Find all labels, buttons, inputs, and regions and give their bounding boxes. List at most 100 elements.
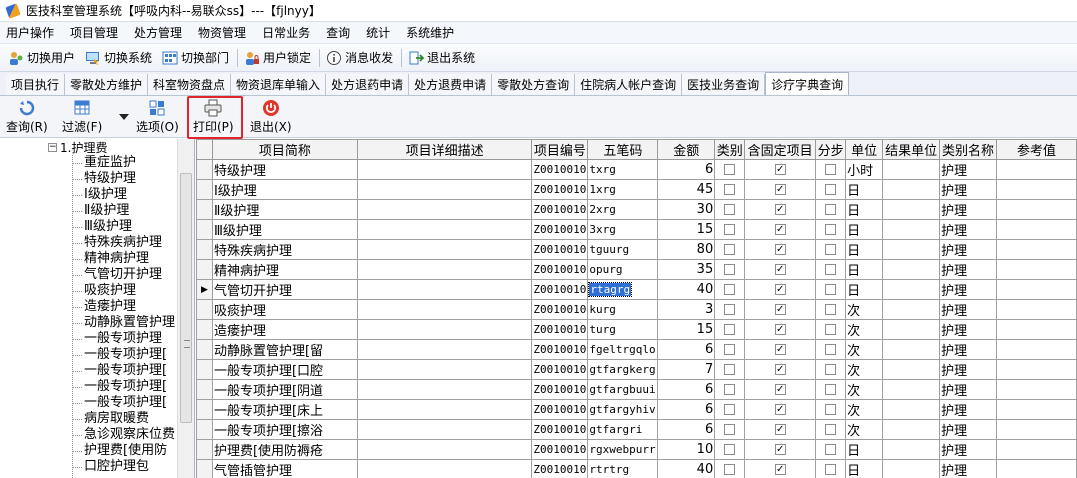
checkbox-checked[interactable]: ✓ — [774, 444, 786, 455]
cell-description[interactable] — [356, 159, 533, 180]
checkbox[interactable] — [724, 364, 736, 375]
cell-unit[interactable]: 次 — [845, 419, 884, 440]
table-row[interactable]: 动静脉置管护理[留 Z0010010 fgeltrgqlo 6 ✓ 次 护理 — [196, 339, 1077, 360]
cell-step-checkbox[interactable] — [815, 319, 847, 340]
cell-amount[interactable]: 3 — [657, 299, 716, 320]
cell-amount[interactable]: 15 — [657, 319, 716, 340]
tree-root-node[interactable]: − 1.护理费 — [48, 139, 107, 155]
cell-description[interactable] — [356, 439, 533, 460]
menu-supplies-mgmt[interactable]: 物资管理 — [198, 24, 246, 41]
table-row[interactable]: 一般专项护理[阴道 Z0010010 gtfargbuui 6 ✓ 次 护理 — [196, 379, 1077, 400]
tree-node[interactable]: Ⅲ级护理 — [72, 219, 132, 235]
cell-step-checkbox[interactable] — [815, 419, 847, 440]
cell-name[interactable]: 动静脉置管护理[留 — [211, 339, 358, 360]
cell-fixed-checkbox[interactable]: ✓ — [744, 219, 817, 240]
table-row[interactable]: 特殊疾病护理 Z0010010 tguurg 80 ✓ 日 护理 — [196, 239, 1077, 260]
query-button[interactable]: 查询(R) — [6, 99, 48, 135]
cell-step-checkbox[interactable] — [815, 399, 847, 420]
cell-result-unit[interactable] — [882, 259, 941, 280]
cell-amount[interactable]: 6 — [657, 419, 716, 440]
cell-name[interactable]: Ⅰ级护理 — [211, 179, 358, 200]
cell-reference[interactable] — [996, 299, 1077, 320]
tab-rx-refund[interactable]: 处方退费申请 — [409, 74, 493, 95]
cell-wubi[interactable]: kurg — [587, 299, 659, 320]
cell-code[interactable]: Z0010010 — [531, 319, 589, 340]
cell-code[interactable]: Z0010010 — [531, 259, 589, 280]
cell-code[interactable]: Z0010010 — [531, 159, 589, 180]
cell-reference[interactable] — [996, 459, 1077, 478]
cell-step-checkbox[interactable] — [815, 239, 847, 260]
cell-unit[interactable]: 次 — [845, 319, 884, 340]
cell-result-unit[interactable] — [882, 279, 941, 300]
cell-category-name[interactable]: 护理 — [939, 379, 998, 400]
switch-user-button[interactable]: 切换用户 — [4, 47, 81, 69]
column-header[interactable]: 金额 — [657, 139, 716, 160]
cell-category-checkbox[interactable] — [714, 399, 746, 420]
row-indicator[interactable] — [196, 259, 213, 280]
tab-rx-drug-return[interactable]: 处方退药申请 — [326, 74, 410, 95]
row-indicator[interactable] — [196, 339, 213, 360]
cell-reference[interactable] — [996, 239, 1077, 260]
cell-wubi[interactable]: turg — [587, 319, 659, 340]
table-row[interactable]: 精神病护理 Z0010010 opurg 35 ✓ 日 护理 — [196, 259, 1077, 280]
cell-description[interactable] — [356, 219, 533, 240]
cell-code[interactable]: Z0010010 — [531, 379, 589, 400]
cell-result-unit[interactable] — [882, 439, 941, 460]
cell-reference[interactable] — [996, 259, 1077, 280]
checkbox[interactable] — [825, 264, 837, 275]
menu-daily-business[interactable]: 日常业务 — [262, 24, 310, 41]
cell-fixed-checkbox[interactable]: ✓ — [744, 259, 817, 280]
checkbox[interactable] — [724, 204, 736, 215]
cell-category-checkbox[interactable] — [714, 359, 746, 380]
checkbox[interactable] — [724, 264, 736, 275]
cell-unit[interactable]: 日 — [845, 199, 884, 220]
tree-node[interactable]: 一般专项护理[ — [72, 379, 167, 395]
cell-reference[interactable] — [996, 339, 1077, 360]
cell-unit[interactable]: 日 — [845, 459, 884, 478]
checkbox[interactable] — [825, 424, 837, 435]
checkbox[interactable] — [724, 224, 736, 235]
cell-reference[interactable] — [996, 219, 1077, 240]
cell-description[interactable] — [356, 319, 533, 340]
tab-dept-supplies-count[interactable]: 科室物资盘点 — [148, 74, 232, 95]
cell-unit[interactable]: 日 — [845, 219, 884, 240]
checkbox[interactable] — [724, 324, 736, 335]
cell-amount[interactable]: 6 — [657, 159, 716, 180]
cell-step-checkbox[interactable] — [815, 299, 847, 320]
cell-description[interactable] — [356, 239, 533, 260]
cell-fixed-checkbox[interactable]: ✓ — [744, 179, 817, 200]
tree-node[interactable]: 口腔护理包 — [72, 459, 149, 475]
cell-reference[interactable] — [996, 319, 1077, 340]
cell-result-unit[interactable] — [882, 159, 941, 180]
cell-category-checkbox[interactable] — [714, 279, 746, 300]
row-indicator[interactable] — [196, 159, 213, 180]
cell-reference[interactable] — [996, 179, 1077, 200]
cell-unit[interactable]: 次 — [845, 379, 884, 400]
cell-wubi[interactable]: opurg — [587, 259, 659, 280]
cell-result-unit[interactable] — [882, 459, 941, 478]
cell-fixed-checkbox[interactable]: ✓ — [744, 379, 817, 400]
cell-result-unit[interactable] — [882, 199, 941, 220]
checkbox[interactable] — [825, 224, 837, 235]
checkbox[interactable] — [825, 364, 837, 375]
tree-node[interactable]: 病房取暖费 — [72, 411, 149, 427]
row-indicator[interactable] — [196, 319, 213, 340]
cell-unit[interactable]: 日 — [845, 279, 884, 300]
cell-reference[interactable] — [996, 359, 1077, 380]
column-header[interactable]: 项目编号 — [531, 139, 589, 160]
cell-code[interactable]: Z0010010 — [531, 339, 589, 360]
column-header[interactable]: 类别 — [714, 139, 746, 160]
cell-result-unit[interactable] — [882, 419, 941, 440]
cell-unit[interactable]: 小时 — [845, 159, 884, 180]
cell-reference[interactable] — [996, 279, 1077, 300]
checkbox[interactable] — [825, 344, 837, 355]
cell-step-checkbox[interactable] — [815, 279, 847, 300]
cell-reference[interactable] — [996, 379, 1077, 400]
tree-scrollbar-thumb[interactable] — [180, 173, 192, 423]
checkbox-checked[interactable]: ✓ — [774, 164, 786, 175]
tree-node[interactable]: Ⅱ级护理 — [72, 203, 129, 219]
table-row[interactable]: 造瘘护理 Z0010010 turg 15 ✓ 次 护理 — [196, 319, 1077, 340]
cell-unit[interactable]: 次 — [845, 299, 884, 320]
tree-node[interactable]: 造瘘护理 — [72, 299, 136, 315]
switch-system-button[interactable]: 切换系统 — [81, 47, 158, 69]
